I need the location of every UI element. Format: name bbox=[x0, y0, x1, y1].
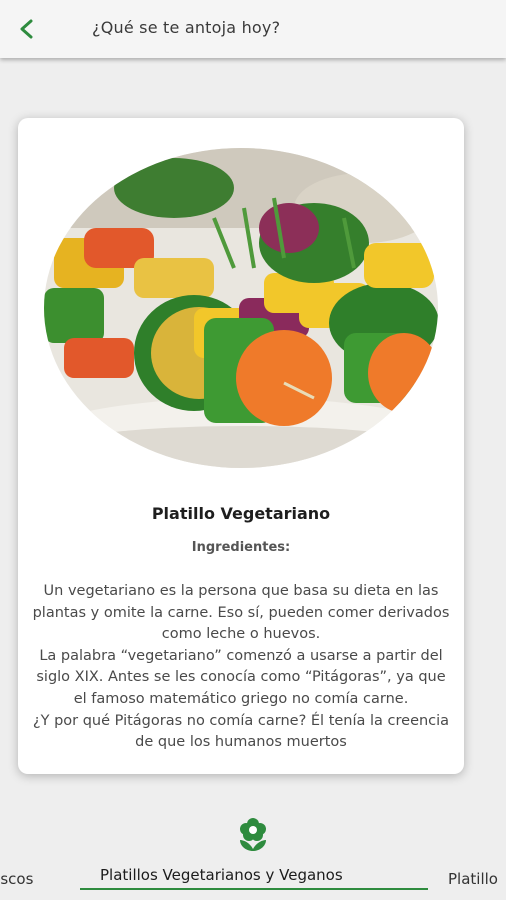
category-tab-bar: riscos Platillos Vegetarianos y Veganos … bbox=[0, 800, 506, 900]
back-button[interactable] bbox=[12, 15, 42, 43]
tab-platillos[interactable]: Platillo bbox=[448, 870, 498, 888]
back-arrow-icon bbox=[20, 19, 33, 39]
vegetable-skewers-photo bbox=[44, 148, 438, 468]
description-paragraph: Un vegetariano es la persona que basa su… bbox=[32, 583, 450, 643]
recipe-description: Un vegetariano es la persona que basa su… bbox=[30, 581, 452, 754]
page-title: ¿Qué se te antoja hoy? bbox=[92, 18, 281, 37]
tab-vegetarianos[interactable]: Platillos Vegetarianos y Veganos bbox=[100, 866, 343, 884]
description-paragraph: ¿Y por qué Pitágoras no comía carne? Él … bbox=[32, 712, 450, 751]
description-paragraph: La palabra “vegetariano” comenzó a usars… bbox=[36, 647, 446, 707]
recipe-title: Platillo Vegetariano bbox=[151, 504, 331, 523]
tab-mariscos[interactable]: riscos bbox=[0, 870, 33, 888]
recipe-card[interactable]: Platillo Vegetariano Ingredientes: Un ve… bbox=[18, 118, 464, 774]
app-bar: ¿Qué se te antoja hoy? bbox=[0, 0, 506, 58]
flower-icon bbox=[240, 818, 266, 851]
ingredients-heading: Ingredientes: bbox=[191, 540, 291, 555]
active-tab-indicator bbox=[80, 888, 428, 890]
